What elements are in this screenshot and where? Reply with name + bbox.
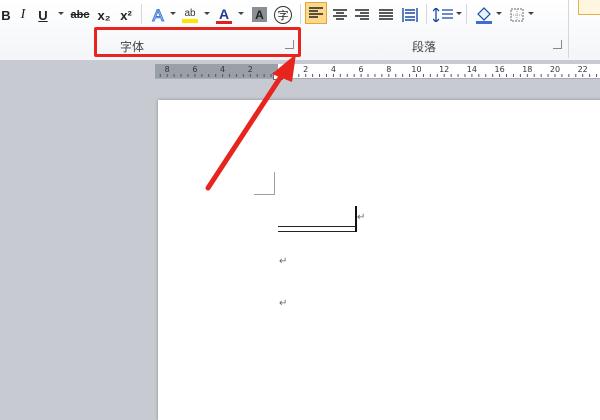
line-spacing-dropdown-icon[interactable] (456, 12, 462, 15)
ruler-label: 10 (411, 65, 422, 74)
line-spacing-icon (433, 8, 453, 22)
align-right-button[interactable] (353, 5, 371, 25)
document-page[interactable]: ↵ ↵ ↵ (158, 100, 600, 420)
enclose-characters-button[interactable]: 字 (274, 6, 292, 24)
ribbon: B I U abc x₂ x² A ab A A 字 字体 段落 (0, 0, 600, 61)
font-color-label: A (218, 5, 230, 22)
borders-icon (510, 8, 524, 22)
ruler-label: 20 (549, 65, 561, 74)
paint-bucket-icon (476, 7, 492, 24)
line-spacing-button[interactable] (432, 5, 454, 25)
font-color-button[interactable]: A (214, 5, 234, 25)
text-effects-button[interactable]: A (148, 5, 168, 25)
highlight-color-bar (182, 18, 198, 23)
highlight-label: ab (184, 7, 196, 19)
paragraph-mark: ↵ (279, 298, 288, 309)
distributed-button[interactable] (400, 5, 420, 25)
align-center-button[interactable] (331, 5, 349, 25)
ruler-label: 6 (192, 65, 198, 74)
paragraph-group-label: 段落 (412, 40, 437, 54)
toolbar-separator (466, 4, 467, 24)
text-effects-icon: A (152, 6, 165, 24)
annotation-highlight-box (94, 27, 301, 57)
align-right-icon (355, 9, 369, 20)
ruler-label: 22 (577, 65, 588, 74)
ruler-label: 8 (164, 65, 170, 74)
highlight-button[interactable]: ab (180, 5, 200, 25)
distributed-icon (402, 8, 418, 22)
shading-dropdown-icon[interactable] (496, 12, 502, 15)
ruler-label: 4 (330, 65, 336, 74)
borders-dropdown-icon[interactable] (528, 12, 534, 15)
ruler-label: 6 (358, 65, 364, 74)
crop-mark (254, 172, 275, 195)
highlight-dropdown-icon[interactable] (204, 12, 210, 15)
group-separator (568, 0, 569, 58)
ruler-label: 4 (220, 65, 226, 74)
character-shading-button[interactable]: A (252, 7, 267, 22)
paragraph-mark: ↵ (357, 212, 366, 223)
ruler-label: 2 (247, 65, 253, 74)
italic-button[interactable]: I (16, 5, 30, 25)
underline-dropdown-icon[interactable] (58, 12, 64, 15)
justify-button[interactable] (377, 5, 395, 25)
text-effects-dropdown-icon[interactable] (170, 12, 176, 15)
font-color-bar (216, 20, 232, 24)
strikethrough-button[interactable]: abc (70, 5, 90, 25)
bold-button[interactable]: B (0, 5, 12, 25)
align-left-button[interactable] (305, 2, 327, 24)
subscript-button[interactable]: x₂ (96, 5, 112, 25)
ruler-label: 14 (466, 65, 477, 74)
styles-gallery-edge[interactable] (578, 0, 600, 15)
ruler-label: 2 (303, 65, 309, 74)
font-color-dropdown-icon[interactable] (238, 12, 244, 15)
paragraph-mark: ↵ (279, 256, 288, 267)
toolbar-separator (141, 4, 142, 24)
double-underline (278, 226, 356, 232)
ruler-label: 8 (386, 65, 392, 74)
group-separator (300, 4, 301, 24)
align-center-icon (333, 9, 347, 20)
ruler-label: 12 (439, 65, 450, 74)
underline-button[interactable]: U (36, 5, 50, 25)
paragraph-dialog-launcher-icon[interactable] (553, 40, 562, 49)
superscript-button[interactable]: x² (118, 5, 134, 25)
borders-button[interactable] (508, 5, 526, 25)
ruler-label: 18 (522, 65, 533, 74)
svg-text:A: A (152, 6, 164, 24)
indent-marker-icon[interactable] (273, 72, 283, 80)
toolbar-separator (426, 4, 427, 24)
shading-button[interactable] (474, 5, 494, 25)
justify-icon (379, 9, 393, 20)
align-left-icon (309, 7, 323, 18)
ruler-label: 16 (494, 65, 505, 74)
horizontal-ruler[interactable]: 8 6 4 2 2 4 6 8 10 12 14 16 18 20 22 (155, 64, 600, 80)
